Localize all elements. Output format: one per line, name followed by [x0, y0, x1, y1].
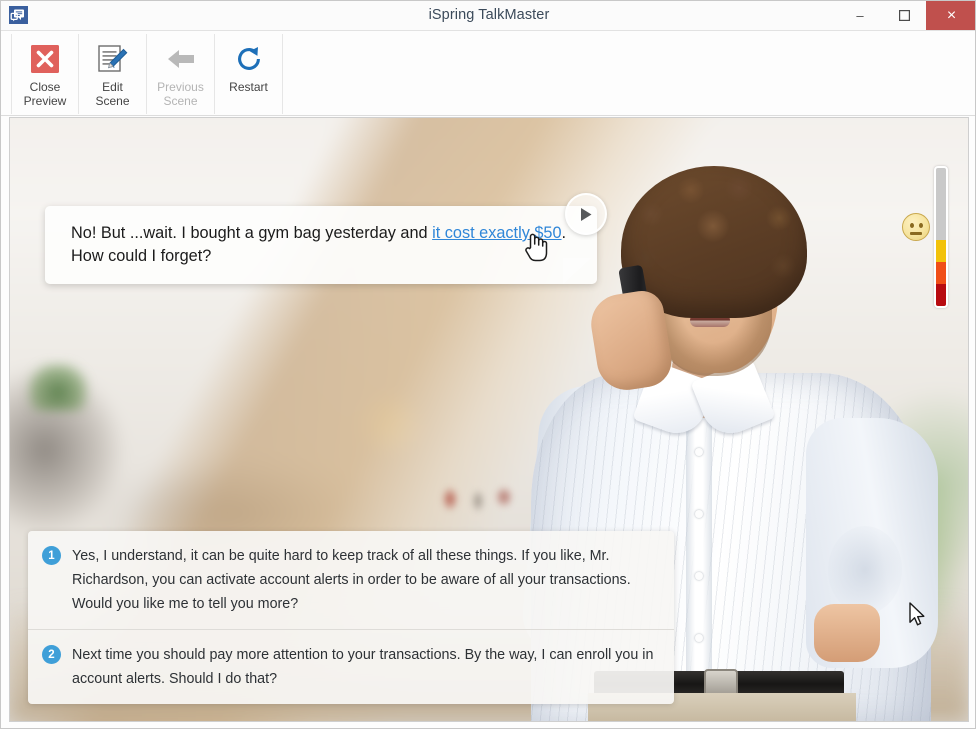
play-icon [581, 207, 592, 221]
edit-scene-button[interactable]: Edit Scene [79, 34, 147, 114]
play-button[interactable] [565, 193, 607, 235]
answer-option-1[interactable]: 1 Yes, I understand, it can be quite har… [28, 531, 674, 629]
close-preview-label-1: Close [29, 80, 61, 94]
window-controls: – × [838, 1, 975, 30]
maximize-button[interactable] [882, 1, 926, 30]
mood-gauge-segment-red [936, 283, 946, 306]
mood-meter [896, 166, 956, 308]
close-preview-button[interactable]: Close Preview [11, 34, 79, 114]
mood-gauge [934, 166, 948, 308]
close-button[interactable]: × [926, 1, 975, 30]
answer-option-2[interactable]: 2 Next time you should pay more attentio… [28, 629, 674, 704]
close-preview-icon [30, 41, 60, 77]
title-bar: iSpring TalkMaster – × [1, 1, 975, 30]
arrow-cursor [909, 602, 927, 628]
answer-text: Next time you should pay more attention … [72, 647, 654, 687]
toolbar: Close Preview Edit Scene Previous Scene … [1, 30, 975, 116]
edit-scene-label-1: Edit [102, 80, 123, 94]
window-title: iSpring TalkMaster [428, 7, 550, 23]
mood-gauge-segment-empty [936, 168, 946, 240]
answer-number-badge: 1 [42, 546, 61, 565]
answer-number-badge: 2 [42, 645, 61, 664]
mood-gauge-segment-orange [936, 261, 946, 284]
previous-scene-button[interactable]: Previous Scene [147, 34, 215, 114]
speech-bubble: No! But ...wait. I bought a gym bag yest… [45, 206, 597, 284]
close-preview-label-2: Preview [23, 94, 67, 108]
edit-scene-label-2: Scene [95, 94, 130, 108]
restart-icon [234, 41, 264, 77]
minimize-button[interactable]: – [838, 1, 882, 30]
answer-options-panel: 1 Yes, I understand, it can be quite har… [28, 531, 674, 704]
restart-button[interactable]: Restart [215, 34, 283, 114]
edit-scene-icon [97, 41, 128, 77]
talkmaster-window: iSpring TalkMaster – × Close Preview Edi… [0, 0, 976, 729]
background-plant [28, 363, 88, 411]
previous-scene-label-1: Previous [157, 80, 204, 94]
speech-bubble-text: No! But ...wait. I bought a gym bag yest… [71, 222, 575, 268]
preview-stage: No! But ...wait. I bought a gym bag yest… [9, 117, 969, 722]
answer-text: Yes, I understand, it can be quite hard … [72, 548, 631, 612]
restart-label-1: Restart [229, 80, 268, 94]
hand-cursor [522, 230, 548, 262]
previous-scene-label-2: Scene [163, 94, 198, 108]
mood-gauge-segment-yellow [936, 239, 946, 262]
neutral-face-icon [902, 213, 930, 241]
bubble-text-before: No! But ...wait. I bought a gym bag yest… [71, 224, 433, 242]
previous-scene-icon [165, 41, 197, 77]
